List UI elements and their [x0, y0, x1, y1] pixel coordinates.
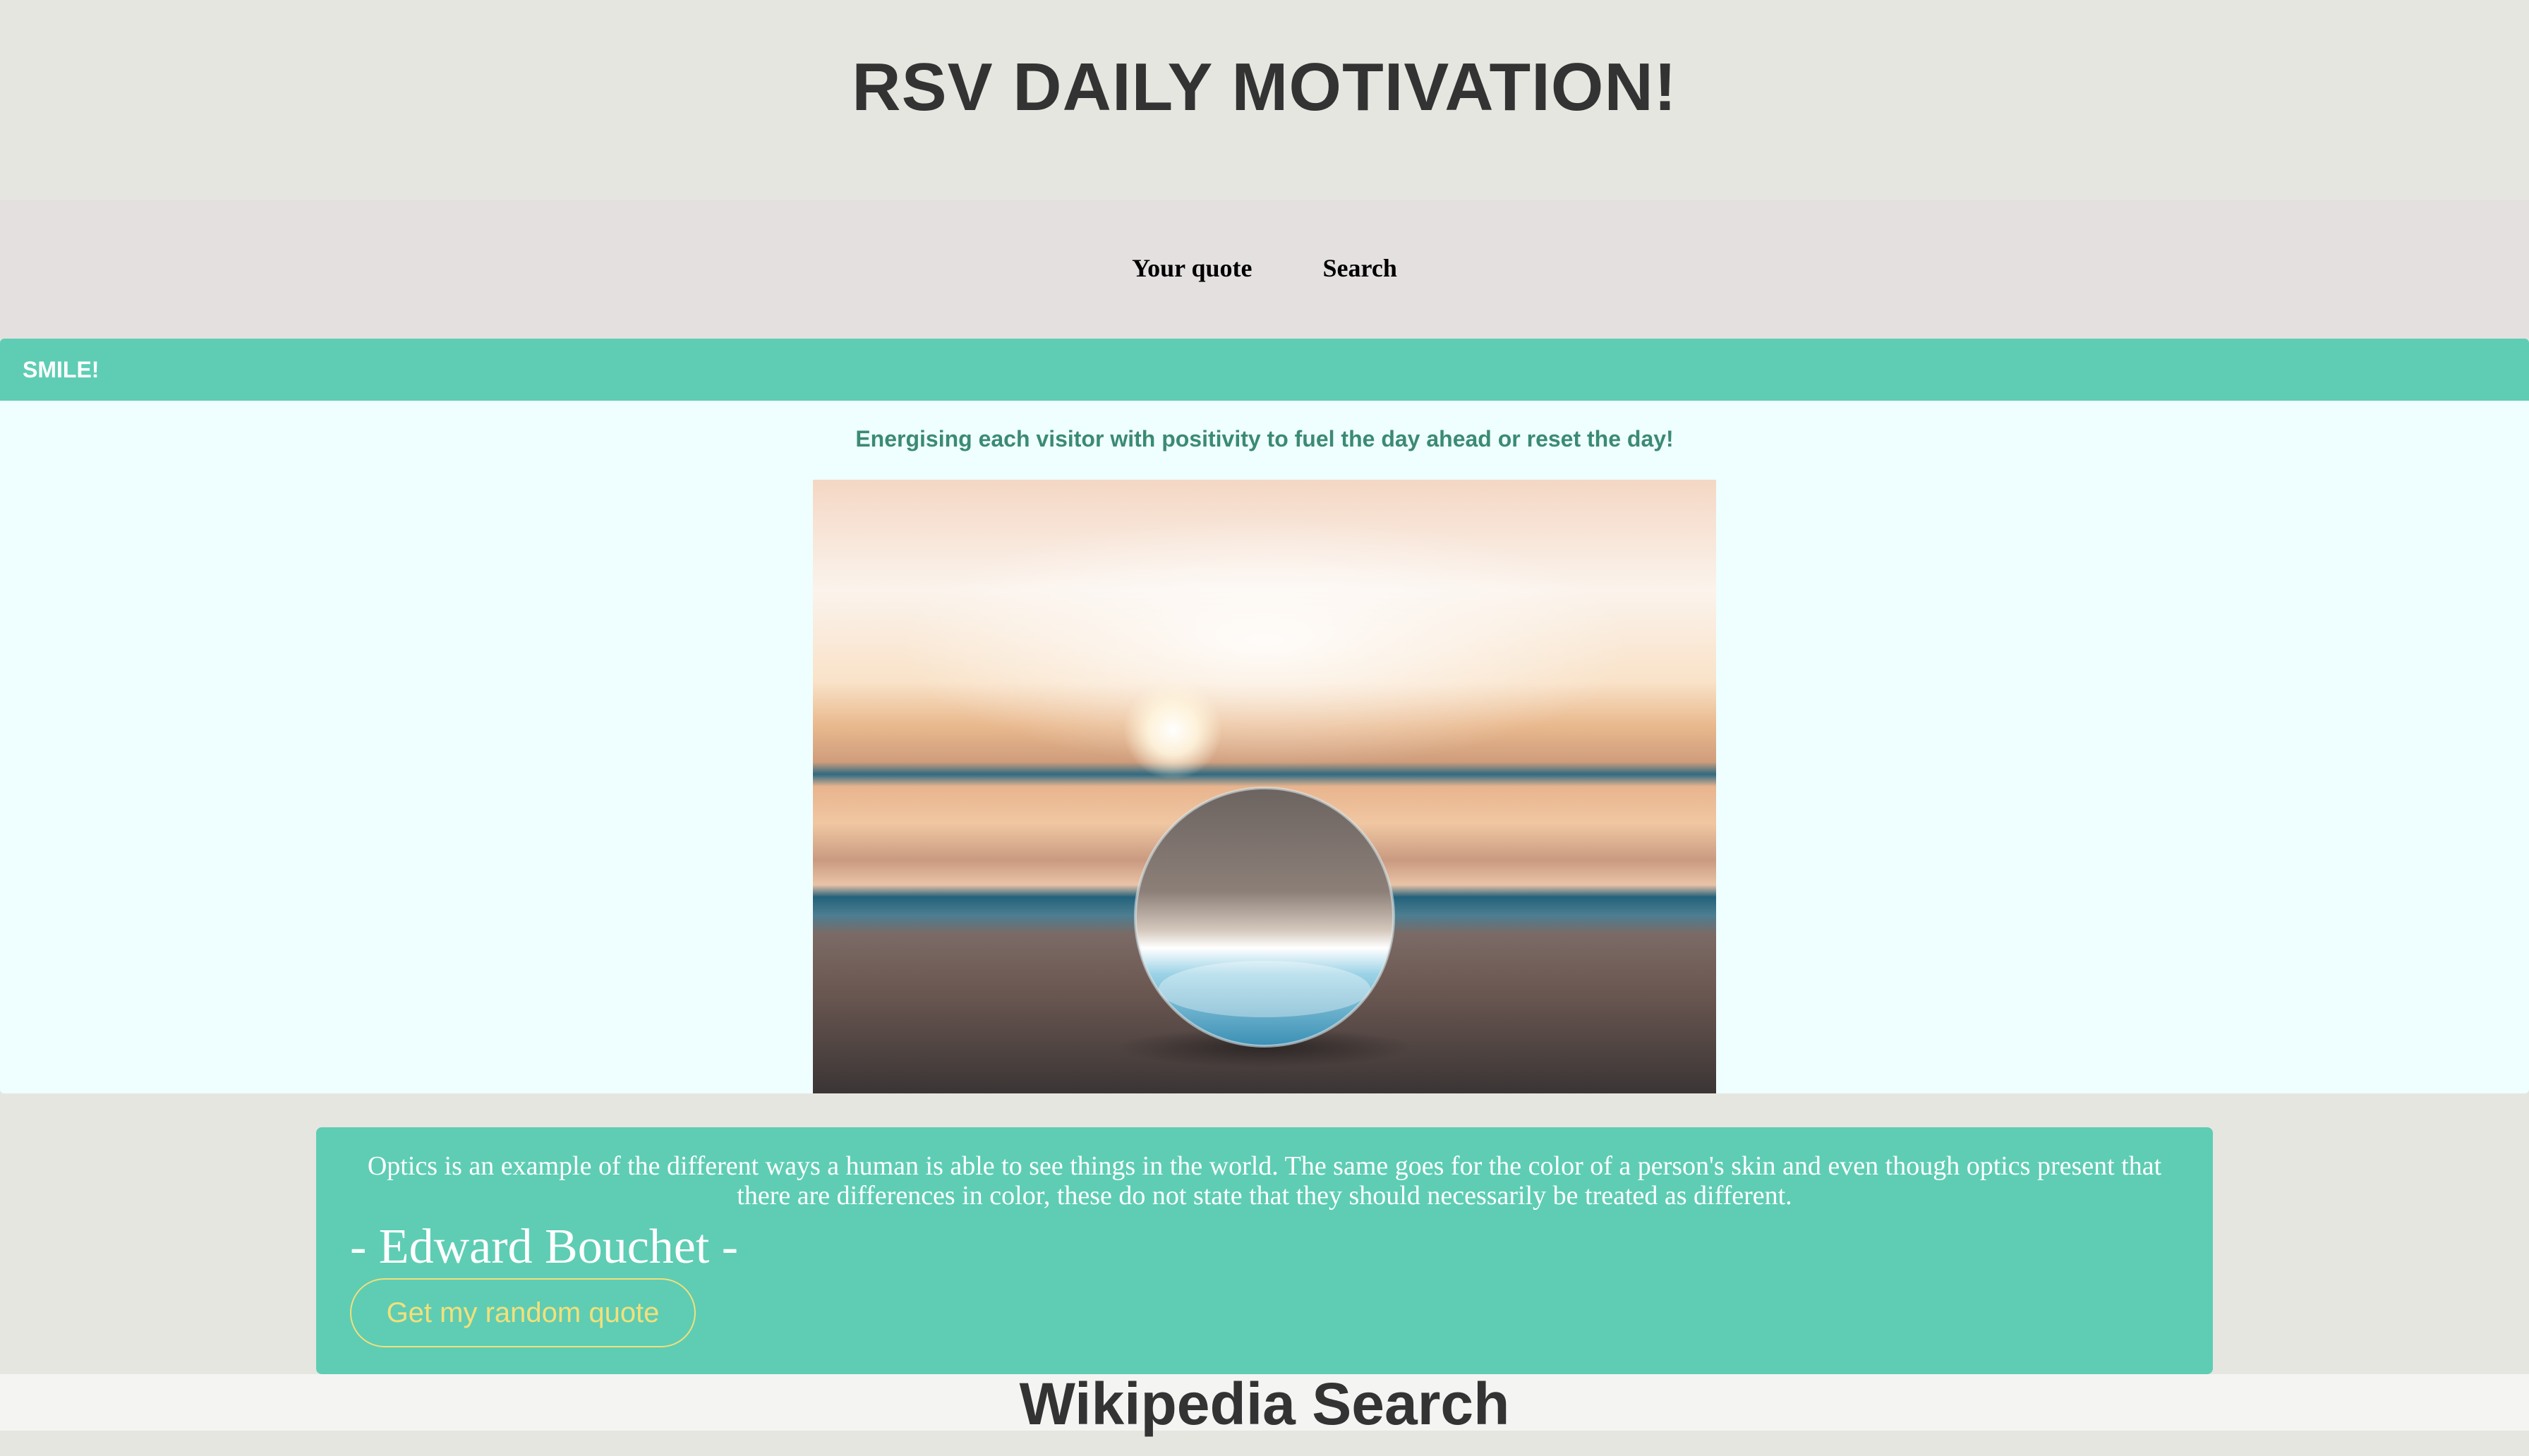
nav-your-quote[interactable]: Your quote — [1132, 253, 1252, 283]
tagline: Energising each visitor with positivity … — [855, 426, 1674, 451]
card-header: SMILE! — [0, 339, 2529, 401]
main-nav: Your quote Search — [0, 200, 2529, 339]
site-header: RSV DAILY MOTIVATION! — [0, 0, 2529, 200]
quote-card: Optics is an example of the different wa… — [316, 1127, 2213, 1374]
nav-search[interactable]: Search — [1323, 253, 1397, 283]
quote-author: - Edward Bouchet - — [350, 1220, 739, 1274]
smile-card: SMILE! Energising each visitor with posi… — [0, 339, 2529, 1093]
crystal-ball-on-beach-image — [813, 480, 1716, 1093]
site-title: RSV DAILY MOTIVATION! — [852, 49, 1677, 125]
wikipedia-search-title: Wikipedia Search — [1019, 1371, 1510, 1437]
hero-image — [813, 480, 1716, 1093]
random-quote-button[interactable]: Get my random quote — [350, 1278, 696, 1347]
quote-text: Optics is an example of the different wa… — [367, 1151, 2162, 1211]
wikipedia-search-section: Wikipedia Search — [0, 1371, 2529, 1437]
